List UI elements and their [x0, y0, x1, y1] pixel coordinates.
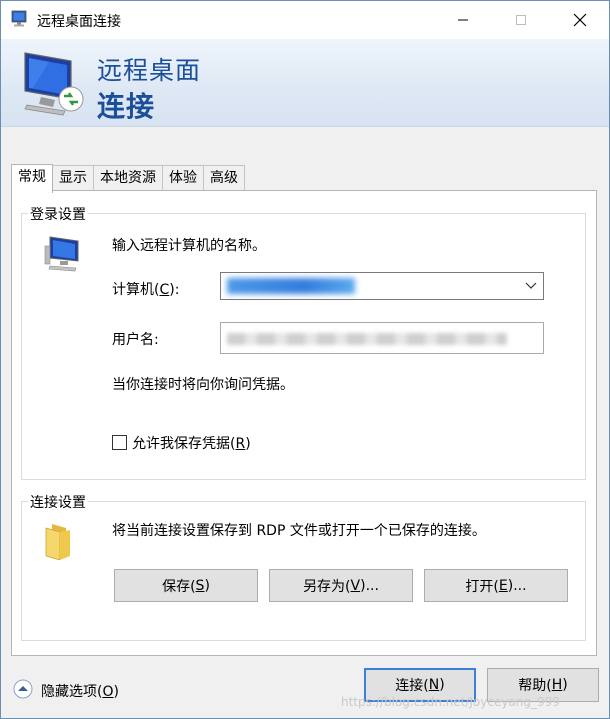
close-icon — [573, 13, 587, 27]
general-tab-panel: 登录设置 输入远程计算机的名称。 计算机(C): 用户名: 当你连接时将向你询问… — [11, 190, 597, 656]
open-button[interactable]: 打开(E)... — [424, 569, 568, 602]
title-bar: 远程桌面连接 — [1, 1, 609, 39]
banner-title-line1: 远程桌面 — [97, 56, 202, 85]
tab-local-resources[interactable]: 本地资源 — [93, 165, 163, 192]
maximize-button[interactable] — [492, 1, 550, 39]
connection-instruction: 将当前连接设置保存到 RDP 文件或打开一个已保存的连接。 — [112, 523, 486, 539]
maximize-icon — [516, 15, 526, 25]
computer-icon — [44, 236, 79, 272]
window-title: 远程桌面连接 — [37, 14, 121, 30]
rdp-window: 远程桌面连接 远程桌面 连接 常规 显示 本地资源 体验 高级 登录设置 输入远… — [0, 0, 610, 719]
tab-strip: 常规 显示 本地资源 体验 高级 — [11, 164, 245, 193]
minimize-icon — [458, 19, 468, 21]
watermark-text: https://blog.csdn.net/Joyceyang_999 — [341, 695, 560, 709]
username-field[interactable] — [220, 322, 544, 354]
login-instruction: 输入远程计算机的名称。 — [112, 238, 266, 254]
computer-value-redacted — [227, 278, 355, 294]
collapse-up-icon[interactable] — [13, 679, 33, 699]
save-credentials-label[interactable]: 允许我保存凭据(R) — [132, 433, 251, 453]
save-as-button[interactable]: 另存为(V)... — [269, 569, 413, 602]
tab-advanced[interactable]: 高级 — [203, 165, 245, 192]
tab-display[interactable]: 显示 — [52, 165, 94, 192]
banner-title-line2: 连接 — [97, 90, 156, 123]
minimize-button[interactable] — [434, 1, 492, 39]
header-banner: 远程桌面 连接 — [1, 39, 609, 127]
remote-desktop-monitor-icon — [24, 52, 84, 116]
login-settings-group: 登录设置 输入远程计算机的名称。 计算机(C): 用户名: 当你连接时将向你询问… — [21, 204, 586, 480]
hide-options-link[interactable]: 隐藏选项(O) — [41, 681, 119, 701]
connection-settings-title: 连接设置 — [28, 492, 88, 512]
username-label: 用户名: — [112, 332, 159, 348]
tab-experience[interactable]: 体验 — [162, 165, 204, 192]
chevron-down-icon[interactable] — [525, 281, 537, 291]
tab-general[interactable]: 常规 — [11, 164, 53, 193]
close-button[interactable] — [551, 1, 609, 39]
remote-desktop-app-icon — [11, 10, 27, 27]
save-button[interactable]: 保存(S) — [114, 569, 258, 602]
save-credentials-checkbox[interactable] — [112, 435, 127, 450]
folder-icon — [45, 524, 70, 560]
computer-label: 计算机(C): — [112, 282, 180, 298]
computer-combobox[interactable] — [220, 272, 544, 300]
username-value-redacted — [227, 333, 507, 345]
connection-settings-group: 连接设置 将当前连接设置保存到 RDP 文件或打开一个已保存的连接。 保存(S)… — [21, 492, 586, 641]
login-settings-title: 登录设置 — [28, 204, 88, 224]
credentials-note: 当你连接时将向你询问凭据。 — [112, 377, 294, 393]
